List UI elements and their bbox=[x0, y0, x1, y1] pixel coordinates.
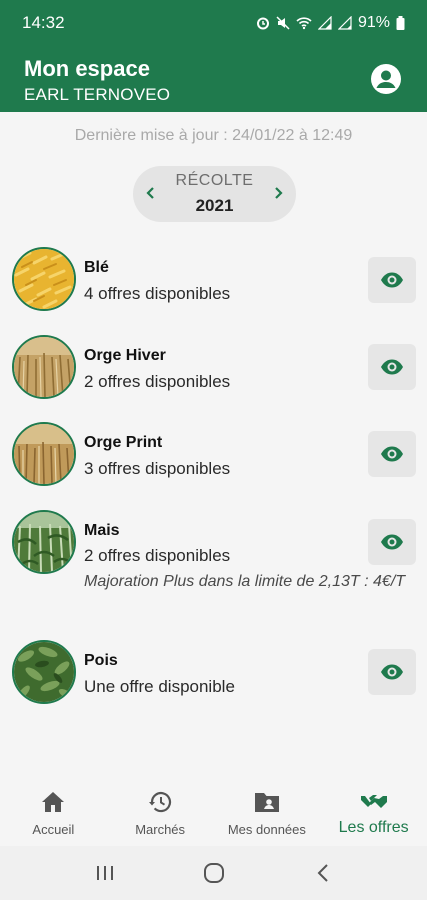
crop-offers: 3 offres disponibles bbox=[84, 459, 231, 478]
crop-name: Orge Print bbox=[84, 434, 163, 451]
view-offers-button[interactable] bbox=[368, 649, 416, 695]
recent-apps-icon bbox=[96, 866, 113, 880]
crop-offers: Une offre disponible bbox=[84, 677, 235, 696]
back-button[interactable] bbox=[303, 858, 343, 888]
wifi-icon bbox=[296, 16, 312, 30]
folder-account-icon bbox=[254, 790, 280, 814]
crop-row-orge-print[interactable]: Orge Print 3 offres disponibles bbox=[0, 421, 427, 491]
status-icons: 91% bbox=[256, 14, 405, 32]
page-subtitle: EARL TERNOVEO bbox=[24, 85, 171, 104]
crop-row-orge-hiver[interactable]: Orge Hiver 2 offres disponibles bbox=[0, 334, 427, 404]
battery-icon bbox=[396, 16, 405, 30]
crop-row-pois[interactable]: Pois Une offre disponible bbox=[0, 639, 427, 709]
harvest-selector: RÉCOLTE 2021 bbox=[133, 166, 296, 222]
system-navigation-bar bbox=[0, 846, 427, 900]
crop-name: Mais bbox=[84, 522, 120, 539]
status-time: 14:32 bbox=[22, 13, 65, 32]
crop-image-mais bbox=[12, 510, 76, 574]
eye-icon bbox=[381, 446, 403, 462]
bottom-navigation: Accueil Marchés Mes données Les offres bbox=[0, 777, 427, 843]
eye-icon bbox=[381, 664, 403, 680]
crop-image-orge-print bbox=[12, 422, 76, 486]
app-header: Mon espace EARL TERNOVEO bbox=[0, 46, 427, 112]
last-update-text: Dernière mise à jour : 24/01/22 à 12:49 bbox=[74, 127, 353, 144]
eye-icon bbox=[381, 272, 403, 288]
account-circle-icon bbox=[371, 64, 401, 94]
next-harvest-button[interactable] bbox=[269, 184, 287, 202]
crop-row-ble[interactable]: Blé 4 offres disponibles bbox=[0, 246, 427, 316]
nav-item-mes-donnees[interactable]: Mes données bbox=[214, 777, 321, 843]
nav-item-accueil[interactable]: Accueil bbox=[0, 777, 107, 843]
home-icon bbox=[41, 790, 65, 814]
account-button[interactable] bbox=[369, 62, 403, 96]
nav-item-marches[interactable]: Marchés bbox=[107, 777, 214, 843]
crop-name: Orge Hiver bbox=[84, 347, 166, 364]
crop-image-ble bbox=[12, 247, 76, 311]
home-button[interactable] bbox=[194, 858, 234, 888]
recent-apps-button[interactable] bbox=[85, 858, 125, 888]
back-chevron-icon bbox=[317, 864, 328, 882]
chevron-right-icon bbox=[275, 187, 283, 199]
nav-label: Mes données bbox=[227, 822, 306, 837]
nav-label: Accueil bbox=[32, 822, 75, 837]
view-offers-button[interactable] bbox=[368, 257, 416, 303]
nav-label: Les offres bbox=[338, 819, 409, 836]
signal-icon bbox=[317, 16, 332, 30]
handshake-icon bbox=[360, 790, 388, 814]
crop-name: Pois bbox=[84, 652, 118, 669]
crop-offers: 2 offres disponibles bbox=[84, 372, 231, 391]
view-offers-button[interactable] bbox=[368, 519, 416, 565]
mute-icon bbox=[276, 16, 290, 30]
battery-percent: 91% bbox=[357, 14, 390, 31]
eye-icon bbox=[381, 359, 403, 375]
status-bar: 14:32 91% bbox=[0, 0, 427, 46]
history-icon bbox=[148, 790, 172, 814]
crop-name: Blé bbox=[84, 259, 109, 276]
eye-icon bbox=[381, 534, 403, 550]
page-title: Mon espace bbox=[24, 56, 150, 81]
crop-image-orge-hiver bbox=[12, 335, 76, 399]
alarm-icon bbox=[256, 16, 270, 30]
nav-item-les-offres[interactable]: Les offres bbox=[320, 777, 427, 843]
nav-label: Marchés bbox=[135, 822, 186, 837]
crop-note: Majoration Plus dans la limite de 2,13T … bbox=[84, 573, 406, 590]
crop-image-pois bbox=[12, 640, 76, 704]
view-offers-button[interactable] bbox=[368, 344, 416, 390]
crop-row-mais[interactable]: Mais 2 offres disponibles Majoration Plu… bbox=[0, 509, 427, 619]
crop-offers: 4 offres disponibles bbox=[84, 284, 231, 303]
signal-icon bbox=[337, 16, 352, 30]
view-offers-button[interactable] bbox=[368, 431, 416, 477]
home-circle-icon bbox=[203, 863, 224, 883]
crop-offers: 2 offres disponibles bbox=[84, 546, 231, 565]
